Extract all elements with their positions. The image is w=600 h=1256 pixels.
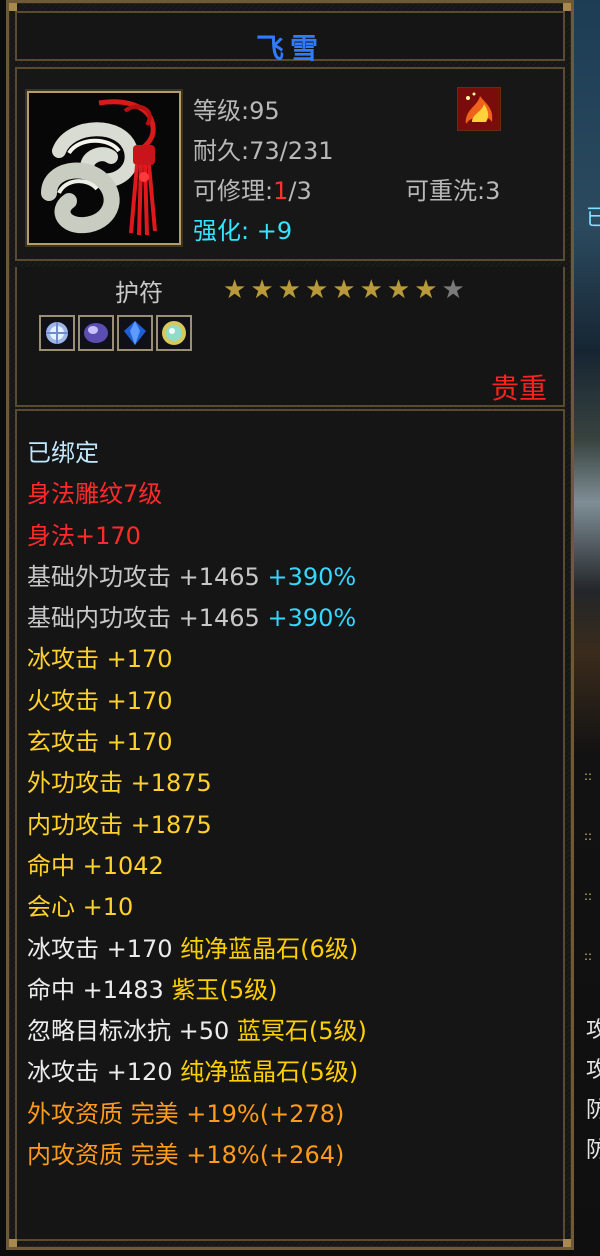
- durability-label: 耐久: [193, 137, 241, 165]
- item-name: 飞雪: [255, 32, 324, 65]
- fire-element-icon: [457, 87, 501, 131]
- ice-gem-icon[interactable]: [39, 315, 75, 351]
- gem-stat: 忽略目标冰抗 +50: [27, 1017, 237, 1046]
- gem-bonus-line: 冰攻击 +120 纯净蓝晶石(5级): [27, 1052, 367, 1093]
- background-decoration: ::: [584, 949, 593, 963]
- base-ext-percent: +390%: [267, 562, 357, 591]
- repair-max: /3: [288, 177, 312, 205]
- background-decoration: ::: [584, 769, 593, 783]
- gem-bonus-line: 命中 +1483 紫玉(5级): [27, 970, 367, 1011]
- gem-stat: 冰攻击 +120: [27, 1058, 181, 1087]
- frame-corner: [563, 1239, 571, 1247]
- crit-line: 会心 +10: [27, 893, 134, 922]
- agility-line: 身法+170: [27, 521, 141, 550]
- repair-row: 可修理:1/3: [193, 171, 312, 206]
- base-ext-value: +1465: [171, 562, 268, 591]
- base-ext-attack-line: 基础外功攻击 +1465 +390%: [27, 557, 367, 598]
- item-info: 等级:95 耐久:73/231 可修理:1/3 可重洗:3 强化: +9: [15, 67, 565, 261]
- attribute-list: 已绑定 身法雕纹7级 身法+170 基础外功攻击 +1465 +390% 基础内…: [15, 409, 565, 1241]
- repair-colon: :: [265, 177, 274, 205]
- star-rating: ★ ★ ★ ★ ★ ★ ★ ★ ★: [223, 277, 465, 303]
- star-filled-icon: ★: [332, 275, 356, 305]
- star-filled-icon: ★: [386, 275, 411, 305]
- base-int-label: 基础内功攻击: [27, 604, 171, 633]
- level-row: 等级:95: [193, 91, 280, 126]
- frame-corner: [9, 3, 17, 11]
- gem-stat: 冰攻击 +170: [27, 934, 181, 963]
- hit-line: 命中 +1042: [27, 851, 164, 880]
- star-filled-icon: ★: [223, 275, 247, 305]
- reroll-value: :3: [477, 177, 501, 205]
- frame-corner: [563, 3, 571, 11]
- durability-value: :73/231: [241, 137, 334, 165]
- green-gem-icon[interactable]: [156, 315, 192, 351]
- charm-section: 护符 ★ ★ ★ ★ ★ ★ ★ ★ ★ 贵重: [15, 267, 565, 407]
- gem-stat: 命中 +1483: [27, 975, 172, 1004]
- enhance-label: 强化: [193, 217, 241, 245]
- background-text: 攻: [586, 1018, 600, 1043]
- gem-slots: [39, 315, 192, 351]
- star-filled-icon: ★: [250, 275, 274, 305]
- repair-label: 可修理: [193, 177, 265, 205]
- repair-current: 1: [273, 177, 289, 205]
- gem-name: 纯净蓝晶石(6级): [180, 934, 359, 963]
- star-filled-icon: ★: [277, 275, 301, 305]
- frame-corner: [9, 1239, 17, 1247]
- gem-bonus-line: 忽略目标冰抗 +50 蓝冥石(5级): [27, 1011, 367, 1052]
- star-filled-icon: ★: [359, 275, 383, 305]
- durability-row: 耐久:73/231: [193, 131, 334, 166]
- ext-attack-line: 外功攻击 +1875: [27, 769, 212, 798]
- bound-status: 已绑定: [27, 439, 99, 467]
- carving-line: 身法雕纹7级: [27, 480, 163, 509]
- base-int-attack-line: 基础内功攻击 +1465 +390%: [27, 598, 367, 639]
- background-decoration: ::: [584, 829, 593, 843]
- gem-name: 蓝冥石(5级): [236, 1017, 367, 1046]
- background-decoration: ::: [584, 889, 593, 903]
- charm-label: 护符: [115, 279, 163, 307]
- base-int-value: +1465: [171, 604, 268, 633]
- level-value: :95: [241, 97, 280, 125]
- blue-gem-icon[interactable]: [117, 315, 153, 351]
- background-text: 防: [586, 1138, 600, 1163]
- star-empty-icon: ★: [441, 275, 465, 305]
- background-text: 已: [586, 206, 600, 231]
- reroll-label: 可重洗: [405, 177, 477, 205]
- int-quality-line: 内攻资质 完美 +18%(+264): [27, 1141, 345, 1170]
- purple-gem-icon[interactable]: [78, 315, 114, 351]
- gem-bonus-line: 冰攻击 +170 纯净蓝晶石(6级): [27, 929, 367, 970]
- dark-attack-line: 玄攻击 +170: [27, 728, 173, 757]
- enhance-row: 强化: +9: [193, 211, 292, 246]
- item-tooltip: 飞雪 等级:95 耐久:73/231 可修理:1/3 可重洗:3 强化: +9 …: [6, 0, 574, 1250]
- level-label: 等级: [193, 97, 241, 125]
- reroll-row: 可重洗:3: [405, 171, 500, 206]
- base-int-percent: +390%: [267, 604, 357, 633]
- title-bar: 飞雪: [15, 11, 565, 65]
- int-attack-line: 内功攻击 +1875: [27, 810, 212, 839]
- star-filled-icon: ★: [414, 275, 438, 305]
- base-ext-label: 基础外功攻击: [27, 562, 171, 591]
- ext-quality-line: 外攻资质 完美 +19%(+278): [27, 1099, 345, 1128]
- enhance-value: : +9: [241, 217, 293, 245]
- background-text: 防: [586, 1098, 600, 1123]
- gem-name: 纯净蓝晶石(5级): [180, 1058, 359, 1087]
- fire-attack-line: 火攻击 +170: [27, 686, 173, 715]
- rarity-label: 贵重: [490, 372, 547, 405]
- ice-attack-line: 冰攻击 +170: [27, 645, 173, 674]
- gem-name: 紫玉(5级): [171, 975, 278, 1004]
- star-filled-icon: ★: [304, 275, 329, 305]
- jade-ribbon-charm-icon[interactable]: [27, 91, 181, 245]
- background-text: 攻: [586, 1058, 600, 1083]
